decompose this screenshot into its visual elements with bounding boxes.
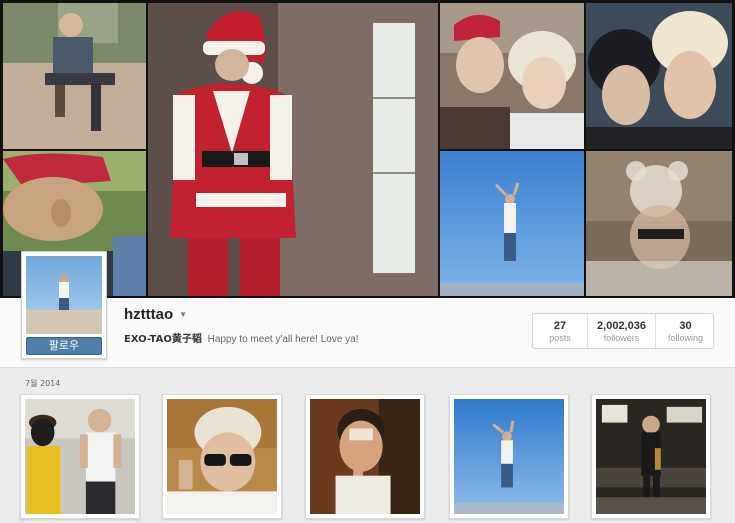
bio-full-name: EXO-TAO黄子韬 (124, 334, 202, 345)
chevron-down-icon[interactable]: ▼ (179, 310, 187, 319)
stat-followers[interactable]: 2,002,036 followers (588, 314, 656, 348)
stat-followers-label: followers (603, 332, 640, 343)
stat-posts-label: posts (549, 332, 571, 343)
stat-posts-count: 27 (553, 319, 567, 332)
cover-photo-duo-closeup[interactable] (586, 3, 732, 149)
stat-posts[interactable]: 27 posts (533, 314, 588, 348)
photo-thumbnail[interactable] (591, 394, 711, 519)
photo-thumbnail[interactable] (162, 394, 282, 519)
stat-following[interactable]: 30 following (656, 314, 715, 348)
follow-button[interactable]: 팔로우 (26, 337, 102, 355)
bio-text: Happy to meet y'all here! Love ya! (207, 334, 359, 345)
profile-bio: EXO-TAO黄子韬 Happy to meet y'all here! Lov… (124, 330, 359, 345)
cover-photo-selfie-friends[interactable] (440, 3, 584, 149)
cover-photo-santa[interactable] (148, 3, 438, 296)
stat-following-count: 30 (679, 319, 692, 332)
stat-following-label: following (667, 332, 704, 343)
stat-followers-count: 2,002,036 (597, 319, 646, 332)
photo-thumbnail[interactable] (20, 394, 140, 519)
avatar (26, 256, 102, 334)
profile-avatar-card: 팔로우 (21, 251, 107, 359)
username-row: hztttao ▼ (124, 306, 187, 323)
month-section-label: 7월 2014 (25, 379, 61, 388)
profile-cover-collage (0, 0, 735, 298)
cover-photo-sky-jump[interactable] (440, 151, 584, 296)
username: hztttao (124, 306, 174, 323)
photo-thumbnail[interactable] (449, 394, 569, 519)
photo-thumbnail[interactable] (305, 394, 425, 519)
cover-photo-sitting[interactable] (3, 3, 146, 149)
profile-stats: 27 posts 2,002,036 followers 30 followin… (532, 313, 714, 349)
cover-photo-teddy[interactable] (586, 151, 732, 296)
